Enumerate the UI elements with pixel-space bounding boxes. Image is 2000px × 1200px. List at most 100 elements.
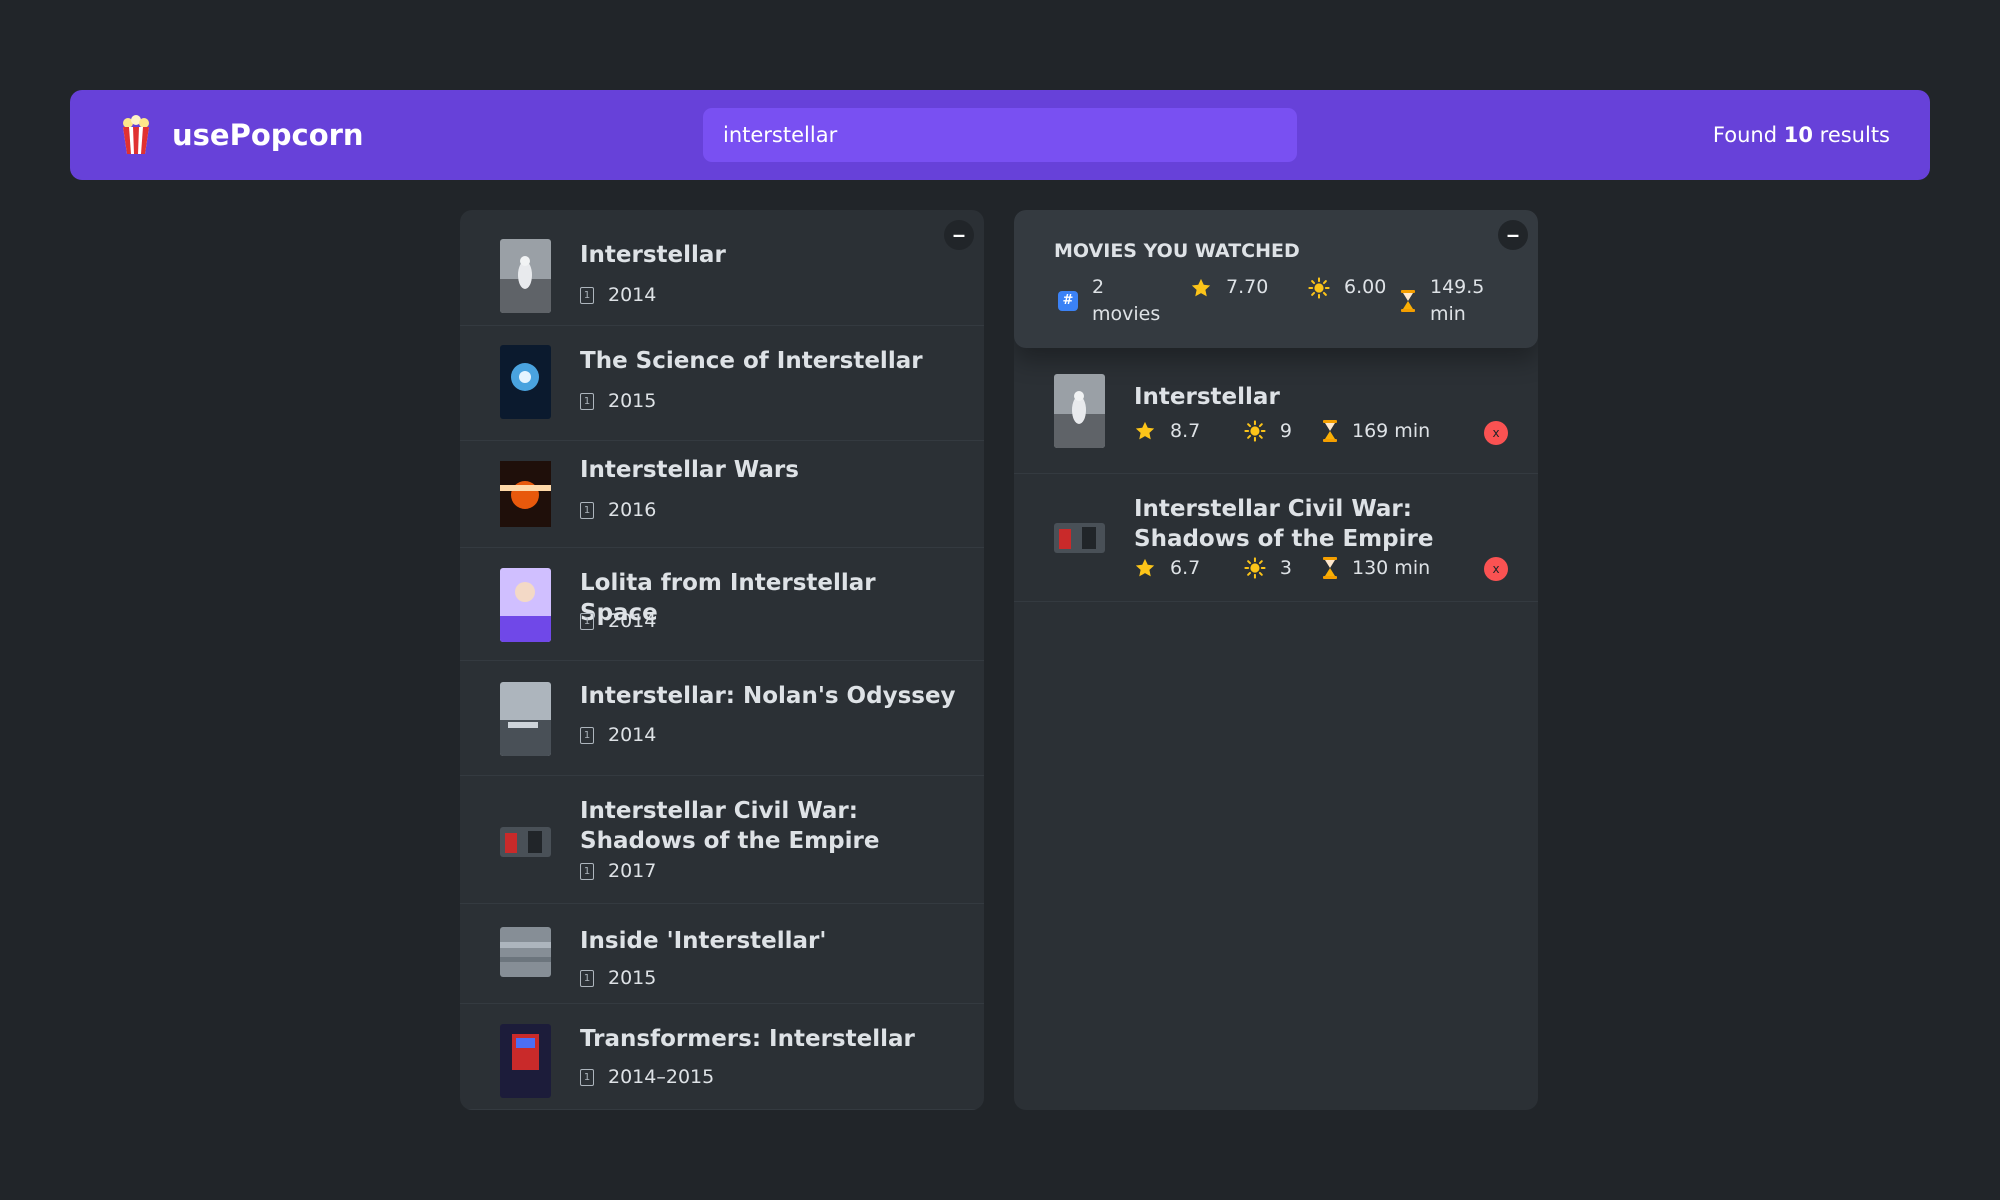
movie-list-item[interactable]: Transformers: Interstellar 1 2014–2015 — [460, 1004, 984, 1110]
star-icon — [1135, 558, 1155, 577]
movie-list-item[interactable]: Inside 'Interstellar' 1 2015 — [460, 904, 984, 1004]
results-suffix: results — [1819, 123, 1890, 147]
results-prefix: Found — [1712, 123, 1778, 147]
user-rating: 9 — [1244, 420, 1292, 442]
movie-list-item[interactable]: Lolita from Interstellar Space 1 2014 — [460, 548, 984, 661]
calendar-icon: 1 — [580, 612, 594, 630]
imdb-rating: 6.7 — [1134, 557, 1214, 579]
hourglass-icon — [1323, 557, 1337, 579]
movie-title: The Science of Interstellar — [580, 348, 923, 374]
movie-year-value: 2014–2015 — [608, 1066, 715, 1088]
movie-poster — [500, 927, 551, 977]
movie-year-value: 2015 — [608, 967, 657, 989]
movie-year-value: 2014 — [608, 724, 657, 746]
movie-list-item[interactable]: Interstellar Wars 1 2016 — [460, 441, 984, 548]
sun-icon — [1244, 420, 1266, 442]
movie-year-value: 2014 — [608, 610, 657, 632]
delete-watched-button[interactable]: x — [1484, 557, 1508, 581]
movie-list-item[interactable]: Interstellar: Nolan's Odyssey 1 2014 — [460, 661, 984, 776]
watched-stats: 6.7 3 130 min — [1134, 557, 1460, 579]
watched-count-stat: # 2 movies — [1058, 274, 1161, 328]
watched-list: Interstellar 8.7 9 169 min x Interstella… — [1014, 348, 1538, 602]
movie-year-value: 2017 — [608, 860, 657, 882]
calendar-icon: 1 — [580, 286, 594, 304]
hourglass-icon — [1323, 420, 1337, 442]
search-input[interactable] — [703, 108, 1297, 162]
movie-poster — [500, 827, 551, 857]
watched-list-item[interactable]: Interstellar Civil War: Shadows of the E… — [1014, 474, 1538, 602]
movie-poster — [1054, 374, 1105, 448]
movie-year: 1 2014 — [580, 284, 656, 306]
collapse-watched-button[interactable]: – — [1498, 220, 1528, 250]
movie-title: Inside 'Interstellar' — [580, 928, 827, 954]
imdb-rating: 8.7 — [1134, 420, 1214, 442]
movie-title: Interstellar: Nolan's Odyssey — [580, 683, 956, 709]
hash-icon: # — [1058, 291, 1078, 311]
logo: usePopcorn — [120, 90, 364, 180]
hourglass-icon — [1401, 290, 1415, 312]
movie-title: Interstellar Wars — [580, 457, 799, 483]
imdb-avg-stat: 7.70 — [1190, 274, 1268, 301]
watched-title: Interstellar Civil War: Shadows of the E… — [1134, 496, 1434, 552]
user-avg-stat: 6.00 — [1308, 274, 1386, 301]
movie-year-value: 2015 — [608, 390, 657, 412]
movie-results-box: – Interstellar 1 2014 The Science of Int… — [460, 210, 984, 1110]
movie-title: Transformers: Interstellar — [580, 1026, 915, 1052]
calendar-icon: 1 — [580, 501, 594, 519]
user-avg: 6.00 — [1344, 276, 1387, 298]
movie-list-item[interactable]: The Science of Interstellar 1 2015 — [460, 326, 984, 441]
calendar-icon: 1 — [580, 726, 594, 744]
runtime-avg: 149.5 min — [1430, 276, 1485, 325]
watched-count: 2 movies — [1092, 276, 1161, 325]
movie-title: Interstellar Civil War: Shadows of the E… — [580, 798, 880, 854]
runtime: 169 min — [1322, 420, 1430, 442]
movie-poster — [500, 682, 551, 756]
movie-title: Interstellar — [580, 242, 726, 268]
calendar-icon: 1 — [580, 969, 594, 987]
movie-list-item[interactable]: Interstellar Civil War: Shadows of the E… — [460, 776, 984, 904]
popcorn-icon — [123, 115, 149, 154]
results-number: 10 — [1783, 123, 1813, 147]
movie-poster — [1054, 523, 1105, 553]
calendar-icon: 1 — [580, 1068, 594, 1086]
movie-poster — [500, 461, 551, 527]
watched-list-item[interactable]: Interstellar 8.7 9 169 min x — [1014, 348, 1538, 474]
runtime: 130 min — [1322, 557, 1430, 579]
sun-icon — [1308, 276, 1330, 299]
movie-year-value: 2014 — [608, 284, 657, 306]
imdb-rating-value: 6.7 — [1170, 557, 1201, 579]
collapse-results-button[interactable]: – — [944, 220, 974, 250]
movie-year: 1 2016 — [580, 499, 656, 521]
movie-list-item[interactable]: Interstellar 1 2014 — [460, 210, 984, 326]
movie-year: 1 2015 — [580, 967, 656, 989]
imdb-avg: 7.70 — [1226, 276, 1269, 298]
movie-poster — [500, 1024, 551, 1098]
imdb-rating-value: 8.7 — [1170, 420, 1201, 442]
movie-year-value: 2016 — [608, 499, 657, 521]
app-name: usePopcorn — [172, 118, 364, 152]
movie-year: 1 2014 — [580, 724, 656, 746]
watched-summary: MOVIES YOU WATCHED # 2 movies 7.70 6.00 … — [1014, 210, 1538, 348]
runtime-avg-stat: 149.5 min — [1400, 274, 1510, 328]
navbar: usePopcorn Found 10 results — [70, 90, 1930, 180]
movie-poster — [500, 345, 551, 419]
watched-heading: MOVIES YOU WATCHED — [1054, 240, 1300, 262]
delete-watched-button[interactable]: x — [1484, 421, 1508, 445]
watched-box: – MOVIES YOU WATCHED # 2 movies 7.70 6.0… — [1014, 210, 1538, 1110]
movie-poster — [500, 239, 551, 313]
movie-poster — [500, 568, 551, 642]
watched-stats: 8.7 9 169 min — [1134, 420, 1460, 442]
calendar-icon: 1 — [580, 392, 594, 410]
movie-year: 1 2014 — [580, 610, 656, 632]
user-rating-value: 9 — [1279, 420, 1292, 442]
movie-year: 1 2014–2015 — [580, 1066, 714, 1088]
user-rating: 3 — [1244, 557, 1292, 579]
runtime-value: 130 min — [1352, 557, 1431, 579]
star-icon — [1191, 278, 1211, 296]
sun-icon — [1244, 557, 1266, 579]
calendar-icon: 1 — [580, 862, 594, 880]
movie-year: 1 2017 — [580, 860, 656, 882]
watched-title: Interstellar — [1134, 384, 1280, 410]
results-count: Found 10 results — [1713, 90, 1890, 180]
runtime-value: 169 min — [1352, 420, 1431, 442]
